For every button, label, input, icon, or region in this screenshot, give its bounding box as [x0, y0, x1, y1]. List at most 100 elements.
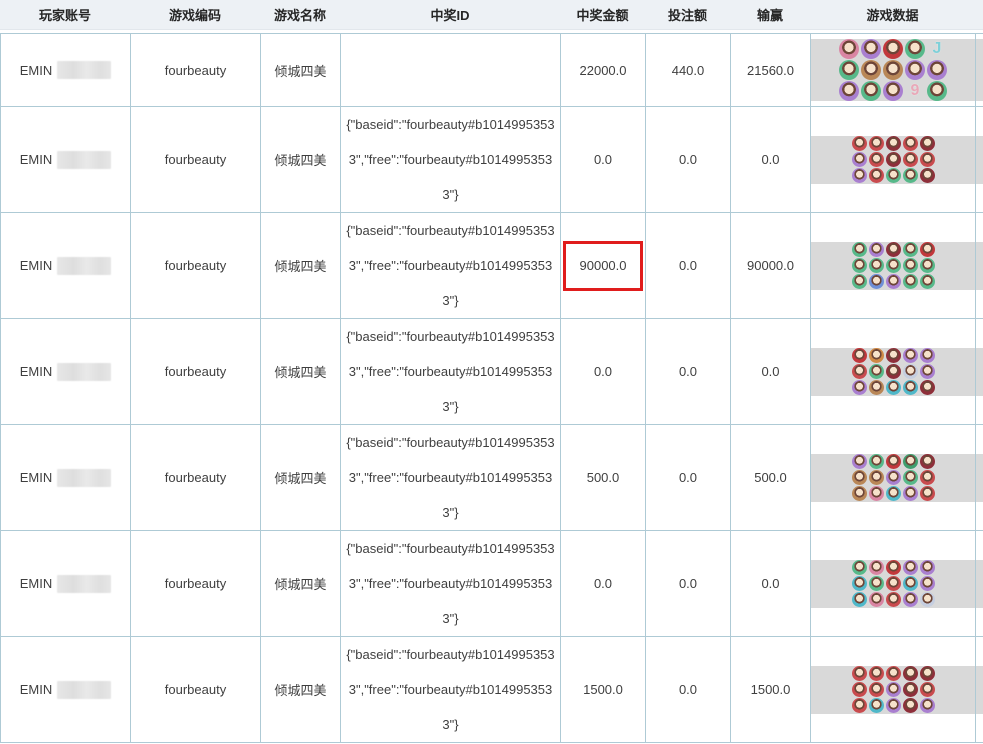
cell-bet-amount: 0.0	[646, 213, 731, 319]
redacted-account-blur	[57, 61, 111, 79]
cell-game-code: fourbeauty	[131, 213, 261, 319]
cell-player-account: EMIN	[1, 213, 131, 319]
win-amount-text: 1500.0	[583, 682, 623, 697]
cell-game-name: 倾城四美	[261, 425, 341, 531]
character-symbol-icon	[920, 152, 935, 167]
cell-win-id	[341, 34, 561, 107]
cell-game-name: 倾城四美	[261, 637, 341, 743]
cell-win-amount: 22000.0	[561, 34, 646, 107]
game-data-image-cutoff	[976, 560, 983, 608]
character-symbol-icon	[886, 380, 901, 395]
cell-win-id: {"baseid":"fourbeauty#b10149953533","fre…	[341, 319, 561, 425]
cell-game-code: fourbeauty	[131, 425, 261, 531]
character-symbol-icon	[869, 666, 884, 681]
character-symbol-icon	[852, 470, 867, 485]
game-data-image	[811, 136, 975, 184]
character-symbol-icon	[920, 698, 935, 713]
cell-win-amount: 0.0	[561, 107, 646, 213]
character-symbol-icon	[852, 152, 867, 167]
character-symbol-icon	[903, 348, 918, 363]
cell-win-loss: 500.0	[731, 425, 811, 531]
table-header-row: 玩家账号 游戏编码 游戏名称 中奖ID 中奖金额 投注额 输赢 游戏数据	[0, 0, 983, 30]
character-symbol-icon	[920, 682, 935, 697]
cell-game-data	[811, 637, 976, 743]
cell-game-data	[811, 107, 976, 213]
character-symbol-icon	[852, 136, 867, 151]
character-symbol-icon	[886, 470, 901, 485]
redacted-account-blur	[57, 469, 111, 487]
column-header-win-loss: 输赢	[730, 5, 810, 24]
player-account-text: EMIN	[20, 682, 53, 697]
cell-game-data	[811, 425, 976, 531]
character-symbol-icon	[920, 486, 935, 501]
player-account-text: EMIN	[20, 364, 53, 379]
character-symbol-icon	[903, 136, 918, 151]
character-symbol-icon	[905, 39, 925, 59]
cell-win-id: {"baseid":"fourbeauty#b10149953533","fre…	[341, 107, 561, 213]
character-symbol-icon	[886, 682, 901, 697]
cell-game-data-overflow	[976, 531, 983, 637]
cell-win-loss: 90000.0	[731, 213, 811, 319]
character-symbol-icon	[903, 274, 918, 289]
cell-win-id: {"baseid":"fourbeauty#b10149953533","fre…	[341, 425, 561, 531]
symbol-grid	[852, 348, 935, 395]
character-symbol-icon	[886, 666, 901, 681]
game-data-image-cutoff	[976, 242, 983, 290]
character-symbol-icon	[886, 136, 901, 151]
win-amount-text: 0.0	[594, 152, 612, 167]
cell-game-data: J9	[811, 34, 976, 107]
game-data-image-cutoff	[976, 39, 983, 101]
character-symbol-icon	[852, 576, 867, 591]
game-data-image: J9	[811, 39, 975, 101]
character-symbol-icon	[869, 682, 884, 697]
character-symbol-icon	[886, 258, 901, 273]
character-symbol-icon	[861, 60, 881, 80]
character-symbol-icon	[839, 81, 859, 101]
character-symbol-icon	[920, 242, 935, 257]
character-symbol-icon	[852, 364, 867, 379]
character-symbol-icon	[852, 698, 867, 713]
win-amount-text: 500.0	[587, 470, 620, 485]
character-symbol-icon	[920, 258, 935, 273]
game-data-image	[811, 348, 975, 396]
character-symbol-icon	[869, 258, 884, 273]
column-header-win-id: 中奖ID	[340, 5, 560, 24]
character-symbol-icon	[852, 380, 867, 395]
character-symbol-icon	[886, 242, 901, 257]
character-symbol-icon	[903, 560, 918, 575]
character-symbol-icon	[903, 592, 918, 607]
character-symbol-icon	[869, 486, 884, 501]
win-amount-text: 90000.0	[580, 258, 627, 273]
table-row: EMIN fourbeauty 倾城四美 {"baseid":"fourbeau…	[1, 107, 983, 213]
character-symbol-icon	[869, 242, 884, 257]
character-symbol-icon	[869, 454, 884, 469]
character-symbol-icon	[927, 60, 947, 80]
cell-game-data-overflow	[976, 34, 983, 107]
game-data-image-cutoff	[976, 348, 983, 396]
character-symbol-icon	[852, 454, 867, 469]
game-data-image	[811, 454, 975, 502]
cell-game-code: fourbeauty	[131, 319, 261, 425]
character-symbol-icon	[886, 560, 901, 575]
character-symbol-icon	[852, 274, 867, 289]
win-id-text: {"baseid":"fourbeauty#b10149953533","fre…	[341, 637, 560, 742]
cell-game-name: 倾城四美	[261, 213, 341, 319]
cell-win-amount: 500.0	[561, 425, 646, 531]
cell-win-id: {"baseid":"fourbeauty#b10149953533","fre…	[341, 637, 561, 743]
character-symbol-icon	[869, 560, 884, 575]
character-symbol-icon	[886, 592, 901, 607]
card-symbol-icon: J	[927, 39, 947, 59]
column-header-game-data: 游戏数据	[810, 5, 975, 24]
table-row: EMIN fourbeauty 倾城四美 22000.0 440.0 21560…	[1, 34, 983, 107]
character-symbol-icon	[886, 698, 901, 713]
character-symbol-icon	[903, 486, 918, 501]
cell-game-data-overflow	[976, 213, 983, 319]
win-id-text: {"baseid":"fourbeauty#b10149953533","fre…	[341, 107, 560, 212]
column-header-game-code: 游戏编码	[130, 5, 260, 24]
character-symbol-icon	[905, 60, 925, 80]
character-symbol-icon	[920, 380, 935, 395]
cell-game-data	[811, 213, 976, 319]
character-symbol-icon	[920, 560, 935, 575]
character-symbol-icon	[861, 81, 881, 101]
character-symbol-icon	[903, 258, 918, 273]
